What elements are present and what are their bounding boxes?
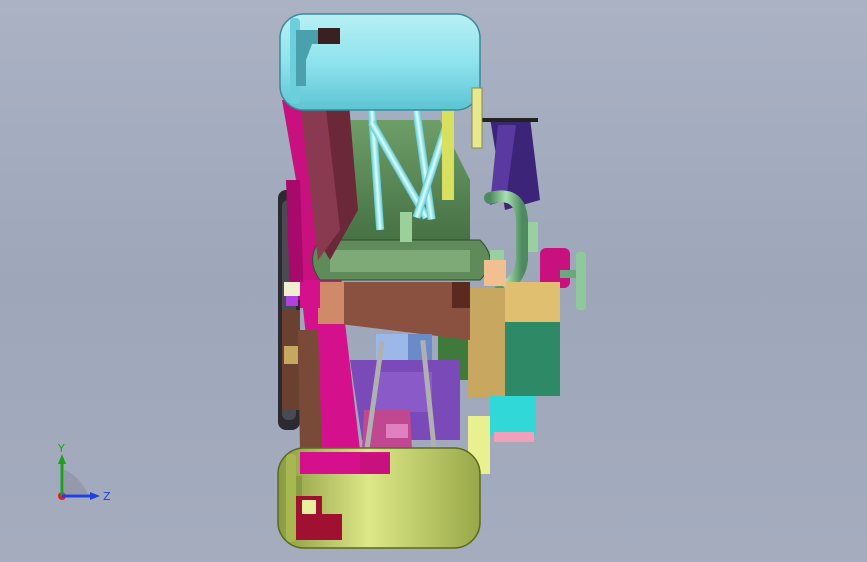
front-tire[interactable]: [279, 13, 481, 111]
triad-plane-shade: [64, 470, 88, 494]
upper-post[interactable]: [471, 87, 483, 149]
cad-model-view[interactable]: [0, 0, 867, 562]
right-bracket-blocks[interactable]: [468, 260, 560, 474]
y-axis-arrow: [58, 454, 66, 464]
steering-column[interactable]: [442, 110, 454, 200]
cad-viewport[interactable]: Y Z: [0, 0, 867, 562]
rear-tire[interactable]: [277, 447, 481, 549]
y-axis-label: Y: [57, 442, 65, 455]
z-axis-label: Z: [103, 490, 111, 503]
z-axis-arrow: [90, 492, 100, 500]
axis-triad: Y Z: [57, 442, 111, 503]
